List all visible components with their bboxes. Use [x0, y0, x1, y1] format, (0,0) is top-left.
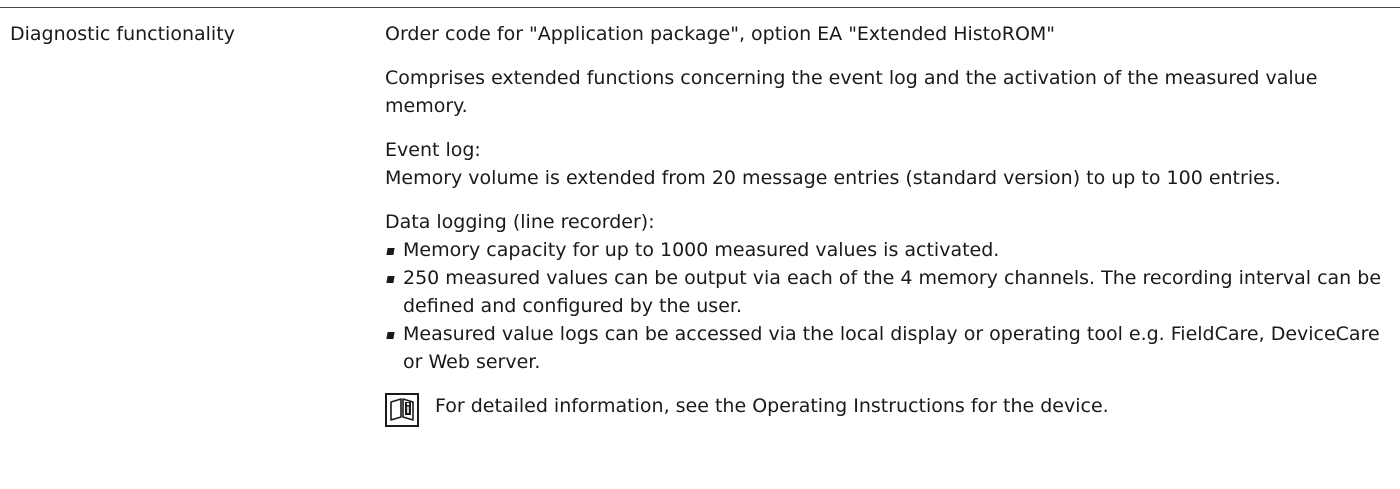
note: For detailed information, see the Operat… — [385, 392, 1385, 427]
data-logging-list: Memory capacity for up to 1000 measured … — [385, 236, 1385, 376]
list-item-text: Measured value logs can be accessed via … — [403, 323, 1380, 373]
summary-text: Comprises extended functions concerning … — [385, 67, 1318, 117]
list-item-text: 250 measured values can be output via ea… — [403, 267, 1382, 317]
bullet-icon — [386, 276, 395, 283]
book-info-icon — [385, 393, 419, 427]
data-logging-section: Data logging (line recorder): Memory cap… — [385, 208, 1385, 376]
event-log-section: Event log: Memory volume is extended fro… — [385, 136, 1385, 192]
note-text: For detailed information, see the Operat… — [435, 395, 1109, 417]
order-code-text: Order code for "Application package", op… — [385, 23, 1056, 45]
list-item: Memory capacity for up to 1000 measured … — [385, 236, 1385, 264]
event-log-text: Memory volume is extended from 20 messag… — [385, 167, 1281, 189]
list-item: 250 measured values can be output via ea… — [385, 264, 1385, 320]
bullet-icon — [386, 332, 395, 339]
bullet-icon — [386, 248, 395, 255]
row-content: Order code for "Application package", op… — [385, 20, 1385, 427]
event-log-title: Event log: — [385, 139, 481, 161]
list-item: Measured value logs can be accessed via … — [385, 320, 1385, 376]
list-item-text: Memory capacity for up to 1000 measured … — [403, 239, 1000, 261]
top-divider — [0, 7, 1400, 8]
row-label: Diagnostic functionality — [10, 23, 235, 45]
data-logging-title: Data logging (line recorder): — [385, 211, 655, 233]
